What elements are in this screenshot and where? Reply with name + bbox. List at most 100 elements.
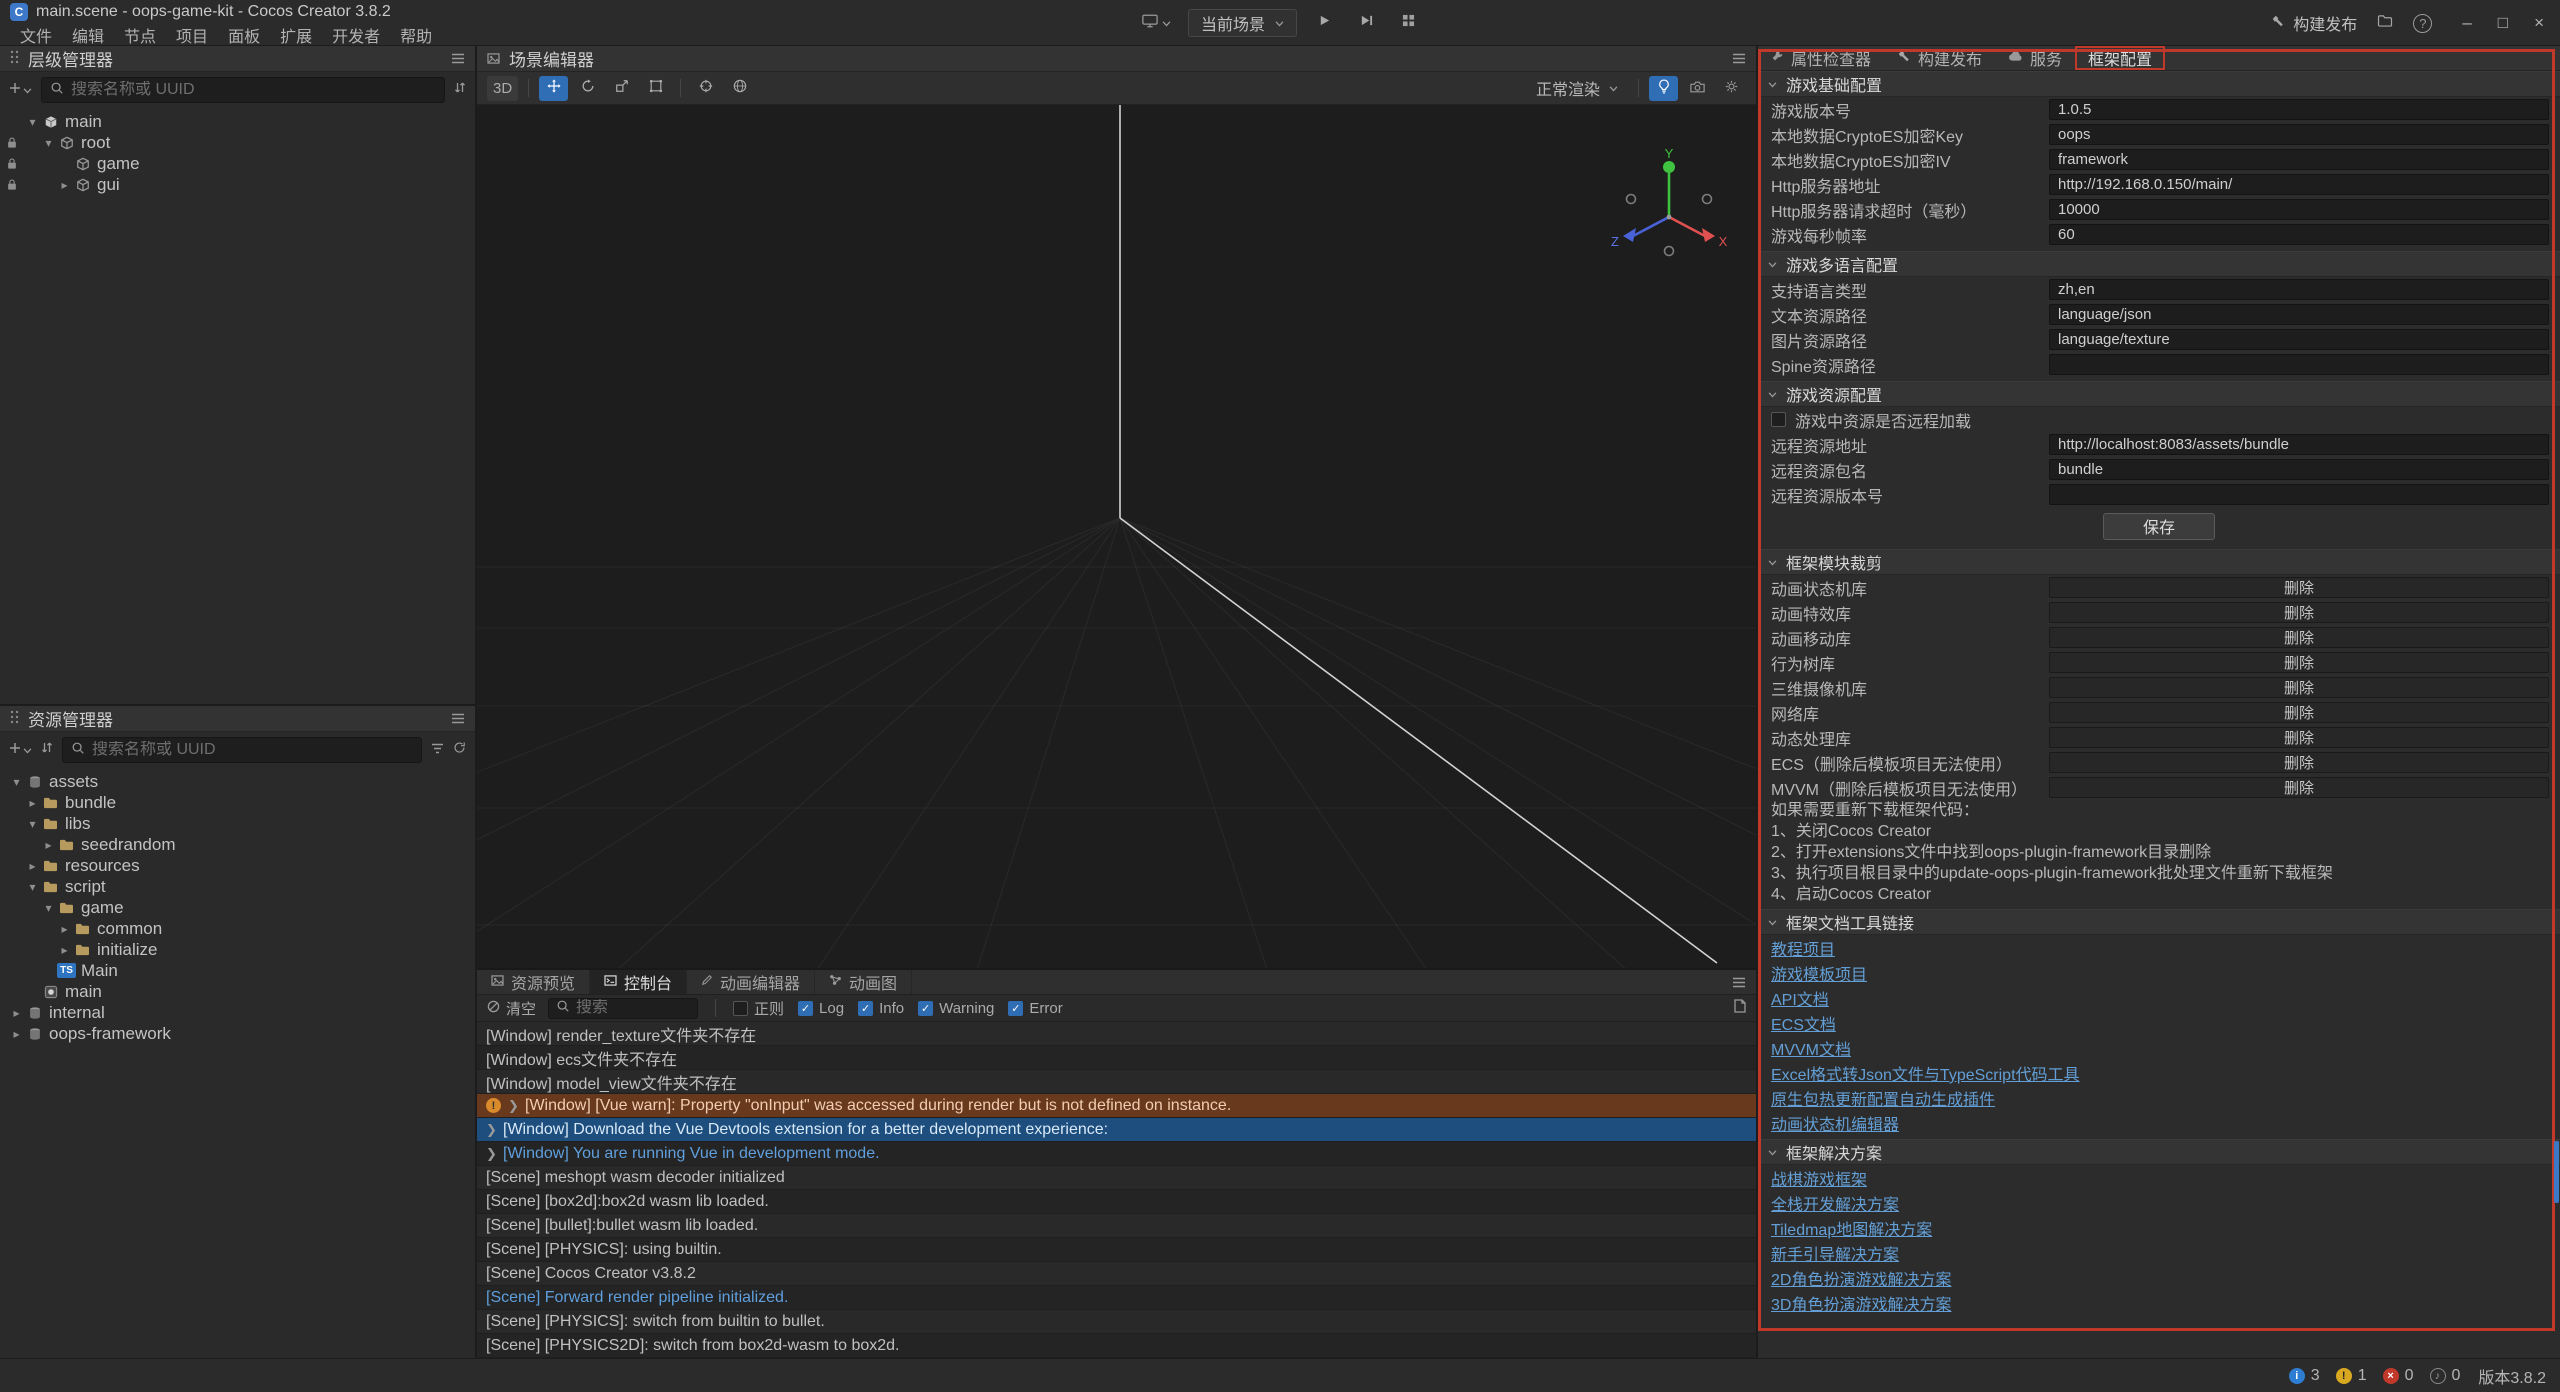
prop-input[interactable]: 60 [2049,224,2549,245]
section-header-0[interactable]: 游戏基础配置 [1758,71,2560,97]
inspector-tab-3[interactable]: 框架配置 [2075,46,2165,70]
assets-item-oops-framework[interactable]: ▸oops-framework [0,1023,475,1044]
prop-input[interactable]: http://localhost:8083/assets/bundle [2049,434,2549,455]
hierarchy-item-root[interactable]: ▾root [0,132,475,153]
menu-item-7[interactable]: 帮助 [390,22,442,48]
console-tab-0[interactable]: 资源预览 [477,970,590,994]
section-header-1[interactable]: 游戏多语言配置 [1758,251,2560,277]
log-row[interactable]: ❯[Window] Download the Vue Devtools exte… [477,1118,1756,1142]
log-row[interactable]: [Window] render_texture文件夹不存在 [477,1022,1756,1046]
delete-module-button[interactable]: 删除 [2049,752,2549,773]
rotate-tool-button[interactable] [573,76,602,101]
expand-arrow[interactable]: ▸ [8,1027,25,1041]
assets-item-common[interactable]: ▸common [0,918,475,939]
panel-menu-icon[interactable] [1732,49,1746,69]
doc-link[interactable]: 2D角色扮演游戏解决方案 [1771,1266,1951,1290]
checkbox[interactable]: ✓ [918,1001,933,1016]
scene-select[interactable]: 当前场景 [1188,9,1297,37]
log-row[interactable]: [Scene] [PHYSICS]: using builtin. [477,1238,1756,1262]
assets-item-game[interactable]: ▾game [0,897,475,918]
save-button[interactable]: 保存 [2103,513,2215,540]
log-row[interactable]: !❯[Window] [Vue warn]: Property "onInput… [477,1094,1756,1118]
expand-arrow[interactable]: ▾ [24,817,41,831]
assets-item-bundle[interactable]: ▸bundle [0,792,475,813]
expand-arrow[interactable]: ▸ [24,796,41,810]
step-button[interactable] [1351,9,1381,37]
menu-item-0[interactable]: 文件 [10,22,62,48]
menu-item-4[interactable]: 面板 [218,22,270,48]
create-asset-button[interactable] [9,741,32,759]
maximize-button[interactable]: □ [2498,13,2508,33]
hierarchy-sort-icon[interactable] [454,81,466,99]
expand-arrow[interactable]: ❯ [508,1098,518,1114]
assets-sort-icon[interactable] [41,741,53,759]
delete-module-button[interactable]: 删除 [2049,652,2549,673]
menu-item-2[interactable]: 节点 [114,22,166,48]
assets-item-assets[interactable]: ▾assets [0,771,475,792]
layout-button[interactable] [1393,9,1423,37]
assets-item-initialize[interactable]: ▸initialize [0,939,475,960]
scene-viewport[interactable]: Y X Z [477,105,1756,968]
section-header-5[interactable]: 框架解决方案 [1758,1139,2560,1165]
render-mode-select[interactable]: 正常渲染 [1526,76,1628,101]
doc-link[interactable]: 动画状态机编辑器 [1771,1111,1899,1135]
console-search-input[interactable] [576,999,690,1017]
expand-arrow[interactable]: ▸ [24,859,41,873]
panel-menu-icon[interactable] [1732,970,1756,994]
section-header-4[interactable]: 框架文档工具链接 [1758,909,2560,935]
doc-link[interactable]: Tiledmap地图解决方案 [1771,1216,1932,1240]
clear-console-button[interactable]: 清空 [487,998,536,1019]
section-header-2[interactable]: 游戏资源配置 [1758,381,2560,407]
log-row[interactable]: [Window] model_view文件夹不存在 [477,1070,1756,1094]
assets-item-script[interactable]: ▾script [0,876,475,897]
expand-arrow[interactable]: ▾ [24,880,41,894]
create-node-button[interactable] [9,81,32,99]
delete-module-button[interactable]: 删除 [2049,777,2549,798]
doc-link[interactable]: 教程项目 [1771,936,1835,960]
close-button[interactable]: × [2534,13,2544,33]
delete-module-button[interactable]: 删除 [2049,702,2549,723]
menu-item-3[interactable]: 项目 [166,22,218,48]
checkbox[interactable]: ✓ [798,1001,813,1016]
pivot-toggle-button[interactable] [691,76,720,101]
filter-正则[interactable]: 正则 [733,998,784,1019]
doc-link[interactable]: 3D角色扮演游戏解决方案 [1771,1291,1951,1315]
assets-search-input[interactable] [92,741,413,759]
expand-arrow[interactable]: ▾ [40,136,57,150]
hierarchy-item-gui[interactable]: ▸gui [0,174,475,195]
checkbox[interactable]: ✓ [1008,1001,1023,1016]
doc-link[interactable]: 战棋游戏框架 [1771,1166,1867,1190]
remote-load-checkbox[interactable] [1771,412,1786,427]
scene-camera-button[interactable] [1683,76,1712,101]
menu-item-6[interactable]: 开发者 [322,22,390,48]
expand-arrow[interactable]: ▸ [8,1006,25,1020]
build-publish-button[interactable]: 构建发布 [2271,11,2357,35]
open-project-folder-icon[interactable] [2377,14,2393,32]
doc-link[interactable]: ECS文档 [1771,1011,1836,1035]
prop-input[interactable] [2049,354,2549,375]
doc-link[interactable]: 全栈开发解决方案 [1771,1191,1899,1215]
log-row[interactable]: [Scene] [bullet]:bullet wasm lib loaded. [477,1214,1756,1238]
assets-item-libs[interactable]: ▾libs [0,813,475,834]
hierarchy-item-main[interactable]: ▾main [0,111,475,132]
filter-Info[interactable]: ✓Info [858,1000,904,1017]
assets-item-internal[interactable]: ▸internal [0,1002,475,1023]
hierarchy-search-input[interactable] [71,81,436,99]
panel-menu-icon[interactable] [451,49,465,69]
checkbox[interactable]: ✓ [858,1001,873,1016]
console-tab-1[interactable]: 控制台 [590,970,687,994]
delete-module-button[interactable]: 删除 [2049,727,2549,748]
log-row[interactable]: ❯[Window] You are running Vue in develop… [477,1142,1756,1166]
checkbox[interactable] [733,1001,748,1016]
play-button[interactable] [1309,9,1339,37]
scene-settings-gear-icon[interactable] [1717,76,1746,101]
assets-item-Main[interactable]: TSMain [0,960,475,981]
inspector-tab-0[interactable]: 属性检查器 [1758,46,1884,70]
doc-link[interactable]: 原生包热更新配置自动生成插件 [1771,1086,1995,1110]
expand-arrow[interactable]: ▸ [56,922,73,936]
orientation-gizmo[interactable]: Y X Z [1604,147,1734,277]
expand-arrow[interactable]: ▸ [56,943,73,957]
delete-module-button[interactable]: 删除 [2049,577,2549,598]
assets-item-seedrandom[interactable]: ▸seedrandom [0,834,475,855]
hierarchy-item-game[interactable]: game [0,153,475,174]
